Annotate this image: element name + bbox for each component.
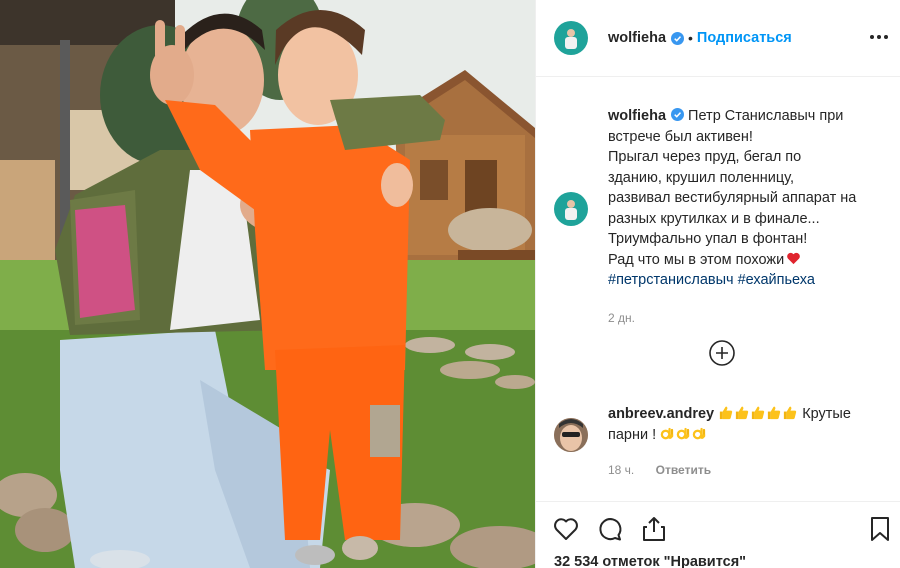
bookmark-icon[interactable] — [866, 515, 894, 543]
heart-icon[interactable] — [552, 515, 580, 543]
avatar-figure-icon — [565, 200, 577, 220]
heart-emoji-icon — [787, 252, 801, 264]
thumbs-up-emoji-icon — [768, 406, 781, 420]
comment-line: парни ! — [608, 426, 657, 443]
avatar-face-icon — [554, 418, 588, 452]
caption-line: Петр Станиславыч при — [688, 108, 844, 124]
post-caption: wolfieha Петр Станиславыч при встрече бы… — [554, 106, 894, 328]
author-username[interactable]: wolfieha — [608, 30, 666, 46]
caption-username[interactable]: wolfieha — [608, 108, 666, 124]
caption-line: развивал вестибулярный аппарат на — [608, 190, 857, 206]
comment-text: anbreev.andrey Крутые парни ! 18 ч. Отве… — [608, 404, 894, 481]
verified-badge-icon — [671, 31, 685, 45]
thumbs-up-emoji-icon — [736, 406, 749, 420]
caption-line: встрече был активен! — [608, 128, 753, 145]
thumbs-up-emoji-icon — [752, 406, 765, 420]
commenter-username[interactable]: anbreev.andrey — [608, 406, 714, 422]
verified-badge-icon — [671, 108, 685, 121]
hashtag-link[interactable]: #петрстаниславыч — [608, 272, 734, 288]
header-separator: • — [688, 30, 693, 46]
commenter-avatar[interactable] — [554, 418, 588, 452]
caption-timestamp[interactable]: 2 дн. — [608, 308, 894, 329]
author-avatar[interactable] — [554, 21, 588, 55]
share-icon[interactable] — [640, 515, 668, 543]
caption-line: Прыгал через пруд, бегал по — [608, 149, 802, 165]
post-side-panel: wolfieha • Подписаться wolfieha Петр Ста… — [535, 0, 900, 568]
ok-hand-emoji-icon — [676, 427, 690, 439]
photo-illustration — [0, 0, 535, 568]
caption-line: зданию, крушил поленницу, — [608, 169, 794, 186]
comment-line: Крутые — [802, 406, 851, 422]
caption-line: разных крутилках и в финале... — [608, 210, 820, 227]
post-actions: 32 534 отметок "Нравится" — [536, 501, 900, 568]
instagram-post: wolfieha • Подписаться wolfieha Петр Ста… — [0, 0, 900, 568]
hashtag-link[interactable]: #ехайпьеха — [738, 272, 815, 288]
ok-hand-emoji-icon — [692, 427, 706, 439]
caption-line: Триумфально упал в фонтан! — [608, 231, 808, 247]
comment-icon[interactable] — [596, 515, 624, 543]
comment-timestamp[interactable]: 18 ч. — [608, 463, 634, 477]
post-photo[interactable] — [0, 0, 535, 568]
ok-hand-emojis — [660, 427, 708, 443]
ok-hand-emoji-icon — [660, 427, 674, 439]
caption-text: wolfieha Петр Станиславыч при встрече бы… — [608, 106, 894, 328]
likes-count[interactable]: 32 534 отметок "Нравится" — [554, 554, 746, 568]
post-header: wolfieha • Подписаться — [536, 0, 900, 77]
avatar-figure-icon — [565, 29, 577, 49]
comment-meta: 18 ч. Ответить — [608, 460, 894, 481]
follow-button[interactable]: Подписаться — [697, 30, 792, 46]
reply-button[interactable]: Ответить — [656, 463, 711, 477]
comment-item: anbreev.andrey Крутые парни ! 18 ч. Отве… — [554, 404, 894, 481]
plus-circle-icon[interactable] — [709, 340, 735, 366]
more-options-icon[interactable] — [868, 26, 890, 48]
thumbs-up-emojis — [718, 406, 798, 422]
caption-author-avatar[interactable] — [554, 192, 588, 226]
thumbs-up-emoji-icon — [720, 406, 733, 420]
thumbs-up-emoji-icon — [784, 406, 797, 420]
caption-line: Рад что мы в этом похожи — [608, 251, 785, 268]
